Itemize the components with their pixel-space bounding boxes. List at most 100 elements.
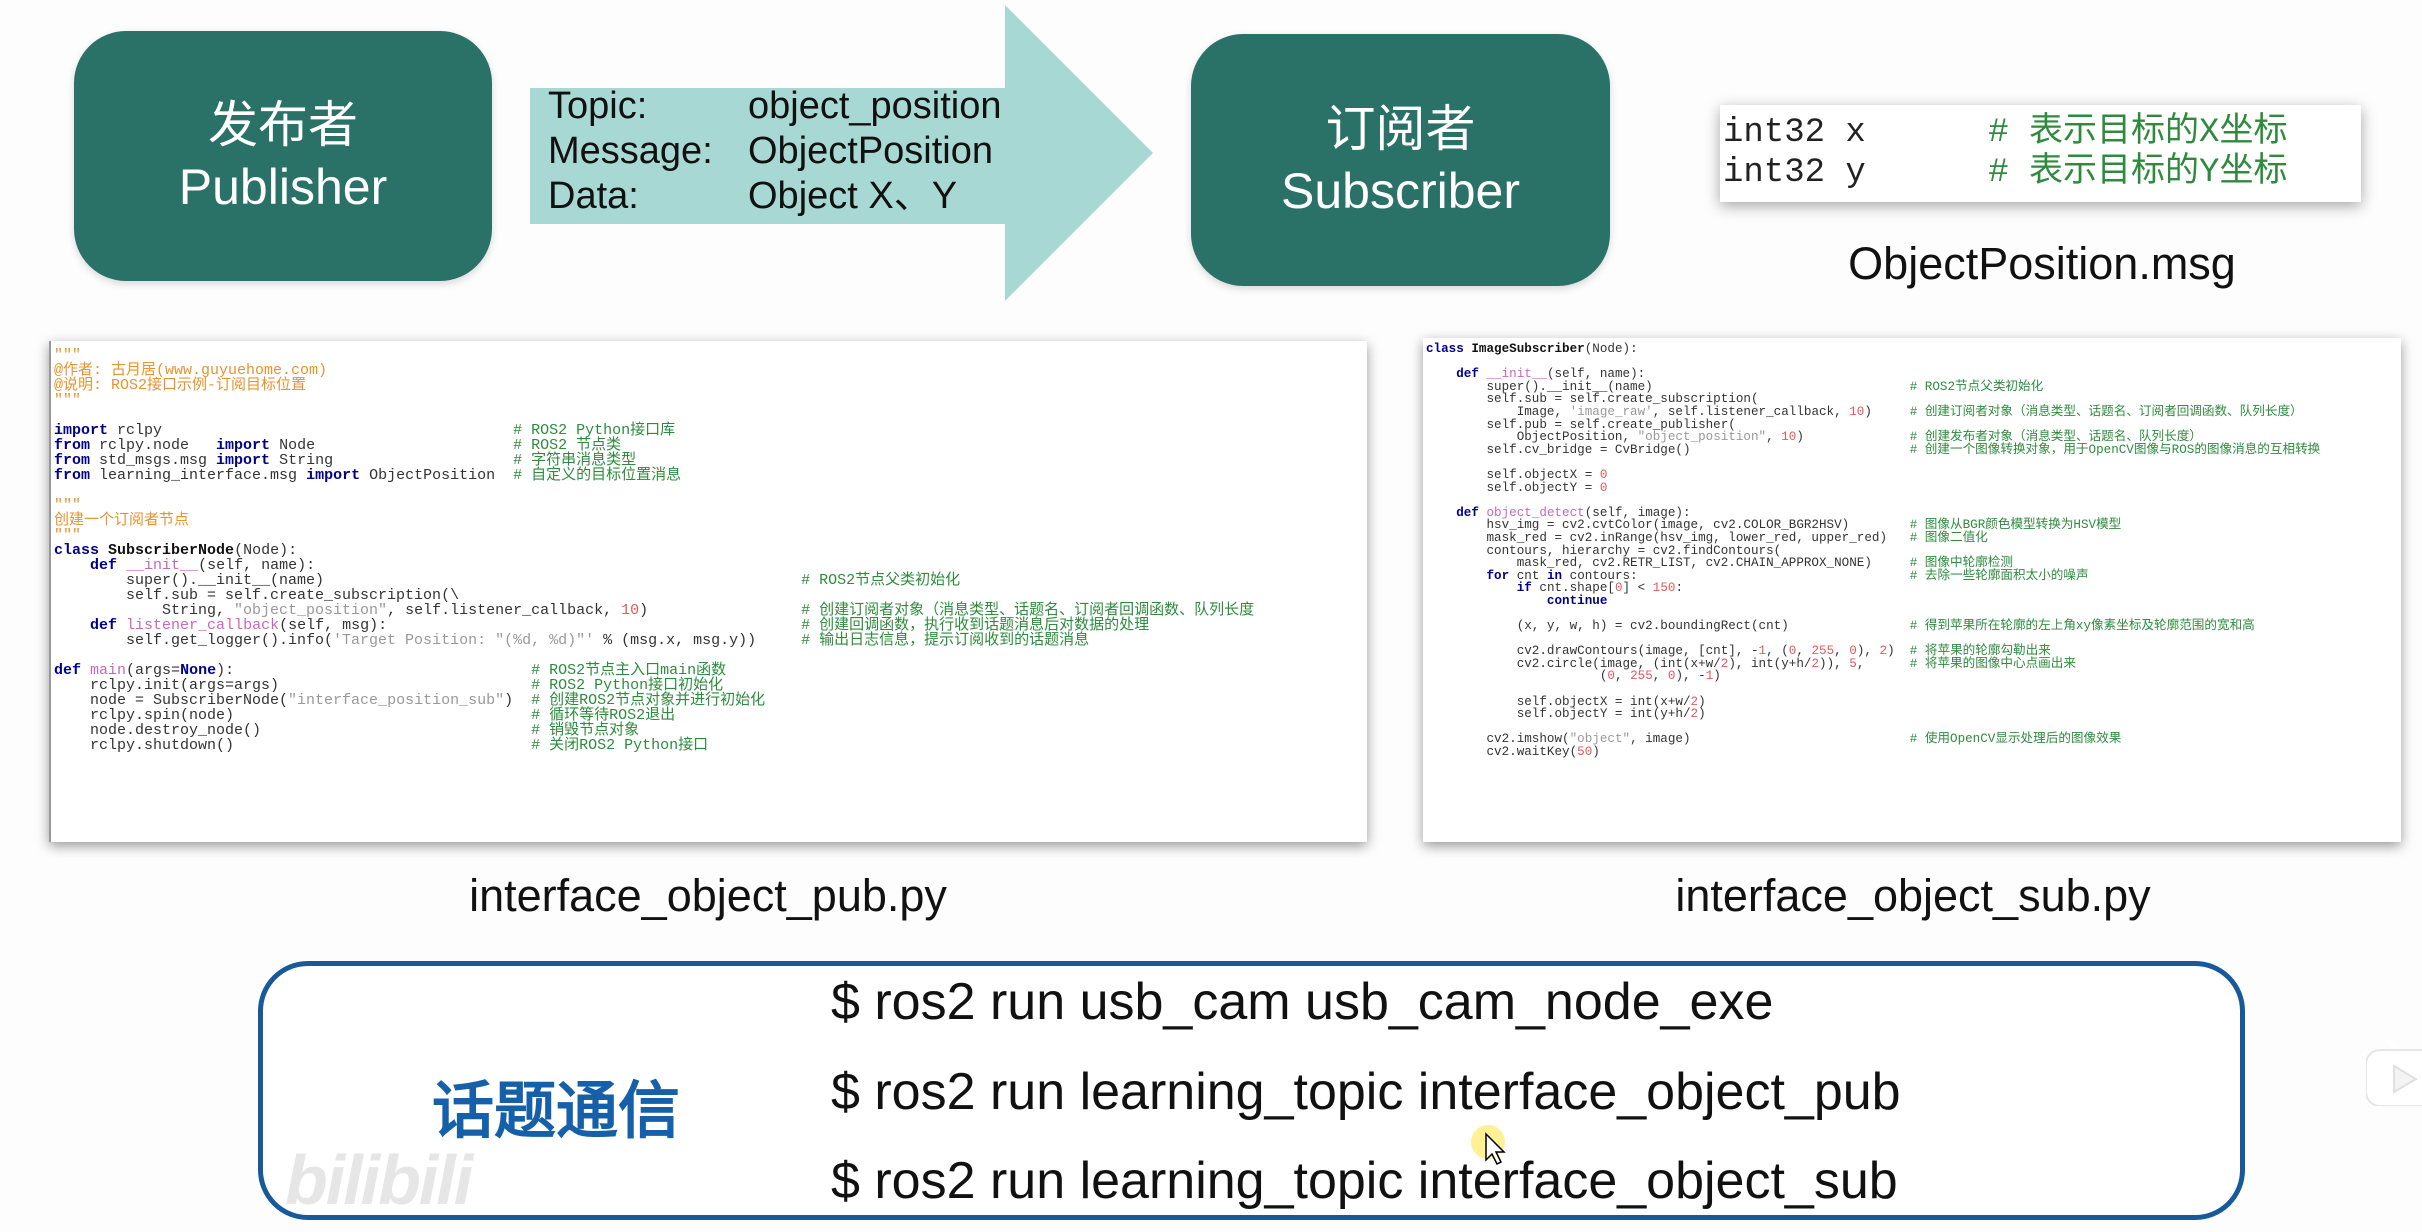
code-line: if cnt.shape[0] < 150:	[1516, 581, 1684, 596]
sub-code-caption: interface_object_sub.py	[1675, 870, 2151, 921]
code-line: rclpy.shutdown() # 关闭ROS2 Python接口	[54, 737, 709, 754]
code-line: def __init__(self, name):	[1456, 367, 1646, 382]
code-line: cv2.imshow("object", image) # 使用OpenCV显示…	[1426, 732, 2122, 747]
command-line: $ ros2 run usb_cam usb_cam_node_exe	[831, 973, 1774, 1031]
code-line: class ImageSubscriber(Node):	[1426, 342, 1638, 356]
code-line: mask_red = cv2.inRange(hsv_img, lower_re…	[1426, 530, 1988, 545]
topic-row: Topic: object_position	[548, 84, 1002, 129]
command-line: $ ros2 run learning_topic interface_obje…	[831, 1152, 1898, 1210]
code-comment: # 使用OpenCV显示处理后的图像效果	[1909, 732, 2122, 747]
msg-caption: ObjectPosition.msg	[1848, 238, 2236, 289]
code-line: rclpy.spin(node) # 循环等待ROS2退出	[54, 707, 676, 724]
msg-definition: int32 x # 表示目标的X坐标 int32 y # 表示目标的Y坐标	[1720, 105, 2361, 202]
code-line: rclpy.init(args=args) # ROS2 Python接口初始化	[54, 677, 724, 694]
publisher-node-box: 发布者 Publisher	[74, 31, 492, 281]
code-line: self.objectY = int(y+h/2)	[1426, 707, 1706, 722]
docstring-line: """	[54, 497, 82, 514]
docstring-line: """	[54, 392, 82, 409]
code-line: def __init__(self, name):	[90, 557, 316, 574]
code-line: ​	[1426, 455, 2401, 468]
code-comment: # 创建一个图像转换对象，用于OpenCV图像与ROS的图像消息的互相转换	[1909, 442, 2321, 457]
code-comment: # 创建订阅者对象（消息类型、话题名、订阅者回调函数、队列长度）	[1909, 404, 2303, 419]
docstring-line: ​	[54, 407, 1367, 422]
code-line: Image, 'image_raw', self.listener_callba…	[1426, 404, 2303, 419]
docstring-line: @作者: 古月居(www.guyuehome.com)	[54, 362, 328, 379]
code-line: (x, y, w, h) = cv2.boundingRect(cnt) # 得…	[1426, 619, 2255, 634]
code-line: def listener_callback(self, msg): # 创建回调…	[90, 617, 1150, 634]
msg-comment: # 表示目标的X坐标	[1988, 114, 2288, 152]
code-comment: # 关闭ROS2 Python接口	[531, 737, 709, 754]
command-line: $ ros2 run learning_topic interface_obje…	[831, 1063, 1901, 1121]
code-line: String, "object_position", self.listener…	[54, 602, 1255, 619]
docstring-line: """	[54, 347, 82, 364]
code-line: ​	[54, 647, 1367, 662]
msg-line: int32 x # 表示目标的X坐标	[1723, 113, 2361, 153]
code-comment: # ROS2节点父类初始化	[1909, 379, 2044, 394]
msg-comment: # 表示目标的Y坐标	[1988, 154, 2288, 192]
code-line: from rclpy.node import Node # ROS2 节点类	[54, 437, 622, 454]
publisher-label-en: Publisher	[178, 159, 388, 215]
code-line: self.sub = self.create_subscription(\	[54, 587, 460, 604]
sub-code-block: class ImageSubscriber(Node):​ def __init…	[1423, 338, 2401, 842]
code-line: super().__init__(name) # ROS2节点父类初始化	[54, 572, 961, 589]
message-value: ObjectPosition	[748, 130, 994, 172]
code-line: from std_msgs.msg import String # 字符串消息类…	[54, 452, 637, 469]
code-line: super().__init__(name) # ROS2节点父类初始化	[1426, 379, 2044, 394]
code-line: self.objectX = int(x+w/2)	[1426, 694, 1706, 709]
code-line: (0, 255, 0), -1)	[1426, 669, 1721, 684]
code-line: ​	[1426, 493, 2401, 506]
docstring-line: """	[54, 527, 82, 544]
subscriber-label-zh: 订阅者	[1325, 101, 1476, 157]
pub-code-caption: interface_object_pub.py	[469, 870, 947, 921]
topic-key: Topic:	[548, 85, 648, 127]
code-line: cv2.waitKey(50)	[1426, 745, 1600, 759]
code-comment: # 输出日志信息，提示订阅收到的话题消息	[801, 632, 1090, 649]
code-line: cv2.drawContours(image, [cnt], -1, (0, 2…	[1426, 644, 2051, 659]
code-line: hsv_img = cv2.cvtColor(image, cv2.COLOR_…	[1426, 518, 2122, 533]
code-line: ​	[1426, 632, 2401, 645]
code-line: ​	[1426, 682, 2401, 695]
code-line: node = SubscriberNode("interface_positio…	[54, 692, 766, 709]
data-row: Data: Object X、Y	[548, 174, 1002, 219]
publisher-label-zh: 发布者	[208, 97, 358, 153]
topic-value: object_position	[748, 85, 1002, 127]
code-line: mask_red, cv2.RETR_LIST, cv2.CHAIN_APPRO…	[1426, 556, 2013, 571]
subscriber-label-en: Subscriber	[1281, 163, 1520, 219]
docstring-line: @说明: ROS2接口示例-订阅目标位置	[54, 377, 307, 394]
code-line: cv2.circle(image, (int(x+w/2), int(y+h/2…	[1426, 656, 2076, 671]
code-line: self.objectX = 0	[1426, 467, 1608, 482]
code-line: continue	[1546, 593, 1608, 608]
code-line: for cnt in contours: # 去除一些轮廓面积太小的噪声	[1486, 568, 2089, 583]
code-line: self.objectY = 0	[1426, 480, 1608, 495]
pub-code-block: """ @作者: 古月居(www.guyuehome.com) @说明: ROS2接…	[49, 341, 1367, 842]
code-comment: # 将苹果的图像中心点画出来	[1909, 656, 2076, 671]
topic-info: Topic: object_position Message: ObjectPosi…	[548, 84, 1002, 219]
mouse-cursor-icon	[1471, 1125, 1506, 1166]
code-line: self.sub = self.create_subscription(	[1426, 392, 1759, 407]
data-key: Data:	[548, 175, 639, 217]
code-line: ​	[1426, 355, 2401, 368]
code-comment: # ROS2节点父类初始化	[801, 572, 961, 589]
code-line: class SubscriberNode(Node):	[54, 542, 298, 559]
code-comment: # 去除一些轮廓面积太小的噪声	[1909, 568, 2089, 583]
msg-field: int32 y	[1723, 154, 1866, 192]
code-line: self.pub = self.create_publisher(	[1426, 417, 1736, 432]
code-line: ​	[1426, 606, 2401, 619]
code-line: ​	[54, 482, 1367, 497]
message-key: Message:	[548, 130, 713, 172]
code-line: from learning_interface.msg import Objec…	[54, 467, 682, 484]
code-line: ​	[1426, 720, 2401, 733]
code-comment: # 得到苹果所在轮廓的左上角xy像素坐标及轮廓范围的宽和高	[1909, 619, 2255, 634]
code-comment: # 自定义的目标位置消息	[513, 467, 682, 484]
bilibili-tv-icon[interactable]	[2366, 1030, 2422, 1106]
data-value: Object X、Y	[748, 175, 958, 217]
code-line: import rclpy # ROS2 Python接口库	[54, 422, 676, 439]
code-line: node.destroy_node() # 销毁节点对象	[54, 722, 640, 739]
code-line: self.get_logger().info('Target Position:…	[54, 632, 1090, 649]
msg-field: int32 x	[1723, 114, 1866, 152]
code-line: ObjectPosition, "object_position", 10) #…	[1426, 430, 2202, 445]
code-line: def object_detect(self, image):	[1456, 505, 1691, 520]
code-line: contours, hierarchy = cv2.findContours(	[1426, 543, 1782, 558]
code-line: def main(args=None): # ROS2节点主入口main函数	[54, 662, 727, 679]
msg-line: int32 y # 表示目标的Y坐标	[1723, 153, 2361, 193]
